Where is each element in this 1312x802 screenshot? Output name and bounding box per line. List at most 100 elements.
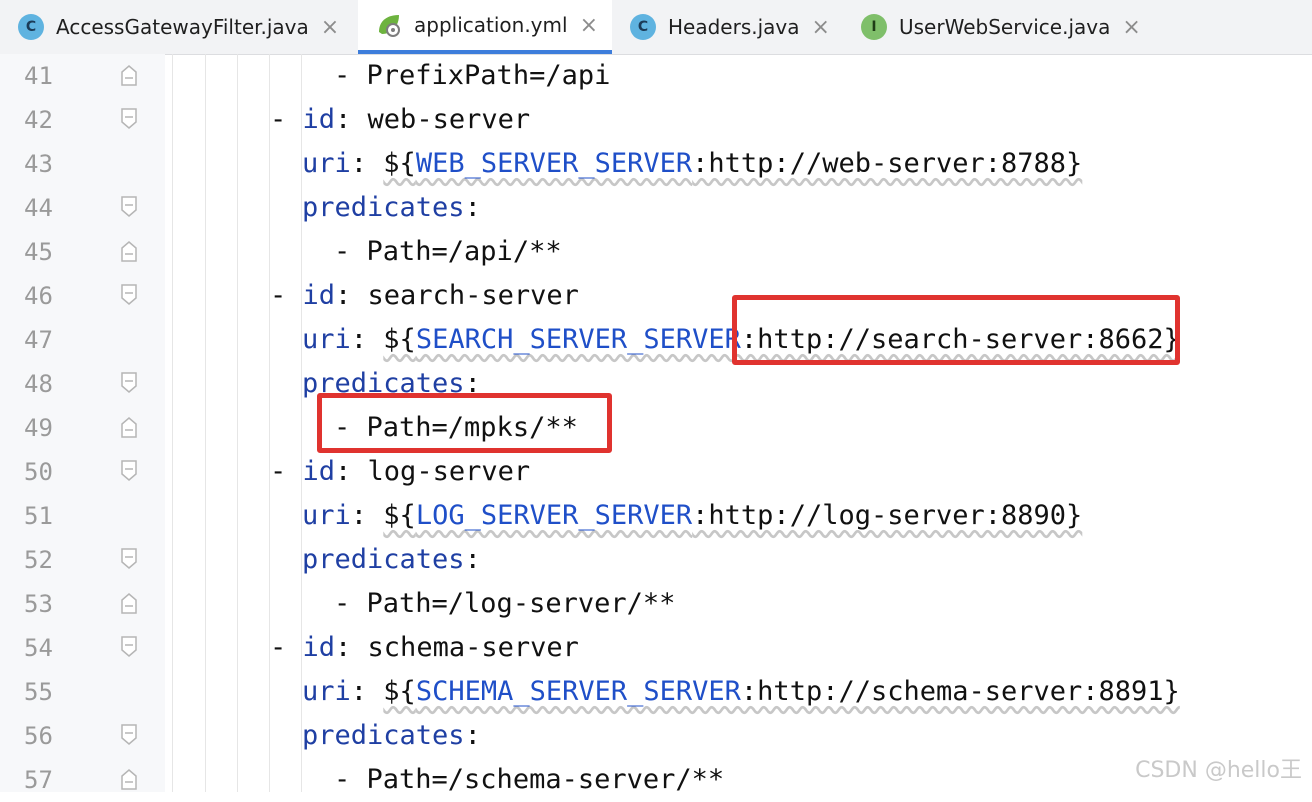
code-line[interactable]: 54 - id: schema-server [0, 626, 1312, 670]
editor-tab-bar: C AccessGatewayFilter.java × application… [0, 0, 1312, 55]
list-dash: - [270, 280, 303, 311]
env-variable: WEB_SERVER_SERVER [415, 148, 693, 179]
code-line[interactable]: 57 - Path=/schema-server/** [0, 758, 1312, 802]
yaml-key: predicates [302, 192, 465, 223]
close-icon[interactable]: × [580, 13, 598, 38]
tab-user-web-service[interactable]: I UserWebService.java × [843, 0, 1163, 54]
code-line[interactable]: 50 - id: log-server [0, 450, 1312, 494]
yaml-key: uri [302, 148, 351, 179]
line-number: 50 [24, 458, 53, 486]
code-text: - Path=/api/** [334, 230, 562, 274]
code-text: - id: web-server [270, 98, 530, 142]
code-text: - Path=/schema-server/** [334, 758, 724, 802]
list-dash: - [270, 104, 303, 135]
yaml-key: id [302, 632, 336, 663]
code-line[interactable]: 48 predicates: [0, 362, 1312, 406]
yaml-value: PrefixPath=/api [366, 60, 611, 91]
yaml-colon: : [350, 500, 384, 531]
fold-marker-icon[interactable] [121, 284, 137, 306]
code-text: - Path=/log-server/** [334, 582, 675, 626]
tab-access-gateway-filter[interactable]: C AccessGatewayFilter.java × [0, 0, 356, 54]
line-number: 54 [24, 634, 53, 662]
code-line[interactable]: 55 uri: ${SCHEMA_SERVER_SERVER:http://sch… [0, 670, 1312, 714]
yaml-value: web-server [367, 104, 531, 135]
class-icon: C [18, 14, 44, 40]
code-line[interactable]: 45 - Path=/api/** [0, 230, 1312, 274]
code-editor[interactable]: 57- Path=/schema-server/** 56 predicates: 5… [0, 54, 1312, 795]
tab-label: Headers.java [668, 15, 800, 39]
tab-headers[interactable]: C Headers.java × [612, 0, 844, 54]
line-number: 44 [24, 194, 53, 222]
yaml-value: log-server [367, 456, 531, 487]
yaml-key: predicates [302, 720, 465, 751]
list-dash: - [334, 60, 367, 91]
fold-marker-icon[interactable] [121, 108, 137, 130]
yaml-value: Path=/schema-server/** [366, 764, 725, 795]
yaml-key: uri [302, 676, 351, 707]
code-line[interactable]: 42 - id: web-server [0, 98, 1312, 142]
yaml-key: predicates [302, 544, 465, 575]
indent-guide [269, 54, 270, 792]
close-icon[interactable]: × [1122, 15, 1140, 40]
fold-marker-icon[interactable] [121, 240, 137, 262]
fold-marker-icon[interactable] [121, 416, 137, 438]
code-line[interactable]: 43 uri: ${WEB_SERVER_SERVER:http://web-se… [0, 142, 1312, 186]
code-line[interactable]: 44 predicates: [0, 186, 1312, 230]
code-line[interactable]: 51 uri: ${LOG_SERVER_SERVER:http://log-se… [0, 494, 1312, 538]
list-dash: - [270, 456, 303, 487]
yaml-value: :http://web-server:8788} [692, 148, 1083, 179]
fold-marker-icon[interactable] [121, 64, 137, 86]
yaml-colon: : [335, 280, 368, 311]
yaml-key: uri [302, 500, 351, 531]
code-text: - id: schema-server [270, 626, 579, 670]
fold-marker-icon[interactable] [121, 724, 137, 746]
fold-marker-icon[interactable] [121, 636, 137, 658]
placeholder-open: ${ [383, 324, 416, 355]
yaml-colon: : [335, 104, 368, 135]
fold-marker-icon[interactable] [121, 460, 137, 482]
close-icon[interactable]: × [321, 15, 339, 40]
code-line[interactable]: 52 predicates: [0, 538, 1312, 582]
fold-marker-icon[interactable] [121, 548, 137, 570]
yaml-value: :http://log-server:8890} [692, 500, 1083, 531]
code-text: - id: search-server [270, 274, 579, 318]
yaml-value: search-server [367, 280, 579, 311]
line-number: 48 [24, 370, 53, 398]
code-text: uri: ${SCHEMA_SERVER_SERVER:http://schem… [302, 670, 1180, 714]
placeholder-open: ${ [383, 676, 416, 707]
fold-marker-icon[interactable] [121, 592, 137, 614]
code-line[interactable]: 56 predicates: [0, 714, 1312, 758]
fold-marker-icon[interactable] [121, 196, 137, 218]
list-dash: - [334, 764, 367, 795]
code-line[interactable]: 53 - Path=/log-server/** [0, 582, 1312, 626]
line-number: 49 [24, 414, 53, 442]
code-line[interactable]: 49- Path=/mpks/** [0, 406, 1312, 450]
code-text: predicates: [302, 186, 481, 230]
code-text: - id: log-server [270, 450, 530, 494]
close-icon[interactable]: × [812, 15, 830, 40]
line-number: 51 [24, 502, 53, 530]
line-number: 43 [24, 150, 53, 178]
highlight-box-search-uri [732, 295, 1180, 365]
code-text: predicates: [302, 714, 481, 758]
indent-guide [172, 54, 173, 792]
tab-application-yml[interactable]: application.yml × [358, 0, 612, 54]
yaml-value: Path=/log-server/** [366, 588, 676, 619]
line-number: 46 [24, 282, 53, 310]
code-line[interactable]: 41 - PrefixPath=/api [0, 54, 1312, 98]
line-number: 41 [24, 62, 53, 90]
yaml-key: id [302, 280, 336, 311]
tab-label: AccessGatewayFilter.java [56, 15, 309, 39]
tab-label: application.yml [414, 13, 568, 37]
indent-guide [205, 54, 206, 792]
fold-marker-icon[interactable] [121, 768, 137, 790]
interface-icon: I [861, 14, 887, 40]
watermark: CSDN @hello王 [1135, 758, 1302, 783]
line-number: 52 [24, 546, 53, 574]
line-number: 47 [24, 326, 53, 354]
fold-marker-icon[interactable] [121, 372, 137, 394]
code-text: predicates: [302, 538, 481, 582]
spring-yaml-icon [376, 12, 402, 38]
tab-label: UserWebService.java [899, 15, 1111, 39]
class-icon: C [630, 14, 656, 40]
